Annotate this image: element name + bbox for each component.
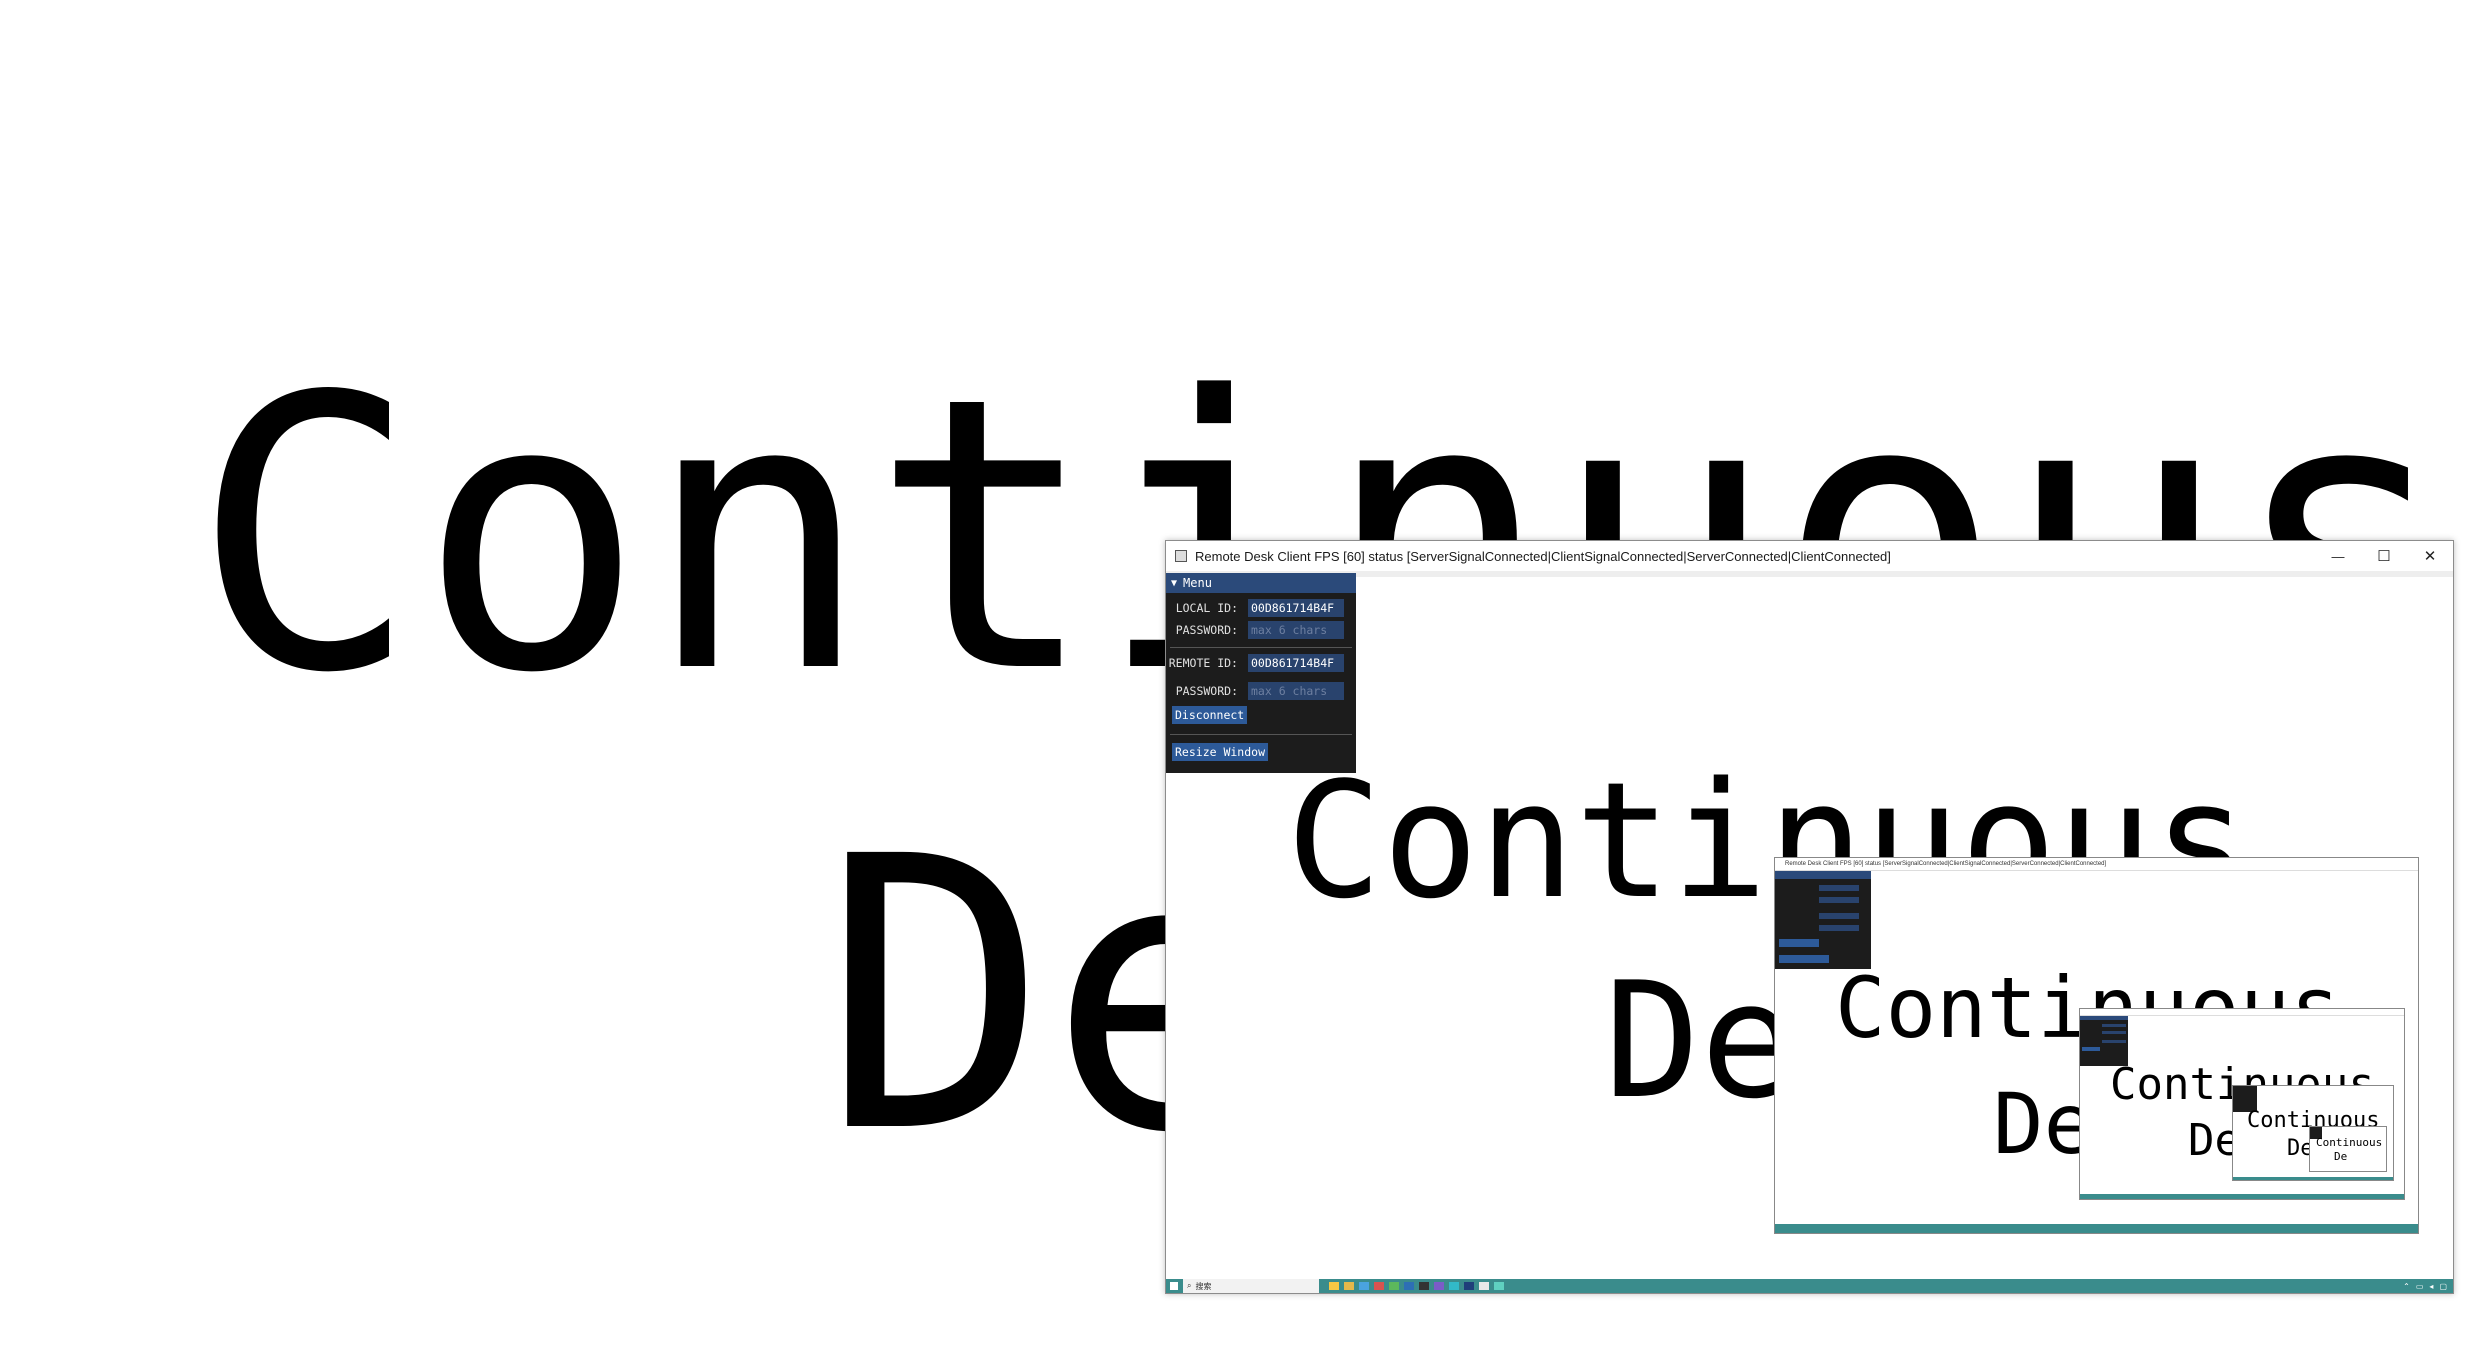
browser-icon[interactable] <box>1359 1282 1369 1290</box>
nested-taskbar-1 <box>1775 1224 2418 1233</box>
windows-logo-icon[interactable] <box>1170 1282 1178 1290</box>
app-icon <box>1175 550 1187 562</box>
maximize-button[interactable]: ☐ <box>2361 547 2407 565</box>
nested-window-3: Continuous De Continuous De <box>2232 1085 2394 1181</box>
nested-window-2: Continuous De Continuous De Continuous D… <box>2079 1008 2405 1200</box>
explorer-icon[interactable] <box>1344 1282 1354 1290</box>
nested4-text-line1: Continuous <box>2316 1136 2383 1149</box>
app-icon-teal[interactable] <box>1494 1282 1504 1290</box>
taskbar-search-placeholder: 搜索 <box>1195 1281 1212 1291</box>
chevron-up-icon[interactable]: ⌃ <box>2403 1282 2410 1291</box>
task-view-icon[interactable] <box>1329 1282 1339 1290</box>
system-tray: ⌃ ▭ ◂ ▢ <box>2403 1282 2447 1291</box>
remote-password-field[interactable]: max 6 chars <box>1248 682 1344 700</box>
menu-panel: ▼ Menu LOCAL ID: 00D861714B4F PASSWORD: … <box>1166 573 1356 773</box>
content-top-strip <box>1166 571 2453 577</box>
app-icon-navy[interactable] <box>1464 1282 1474 1290</box>
remote-password-label: PASSWORD: <box>1175 684 1238 698</box>
remote-id-label: REMOTE ID: <box>1168 656 1238 670</box>
remote-desk-window: Remote Desk Client FPS [60] status [Serv… <box>1165 540 2454 1294</box>
app-icon-white[interactable] <box>1479 1282 1489 1290</box>
menu-separator-2 <box>1170 734 1352 735</box>
menu-header[interactable]: ▼ Menu <box>1166 573 1356 593</box>
collapse-arrow-icon[interactable]: ▼ <box>1171 578 1177 589</box>
nested-window-1: Remote Desk Client FPS [60] status [Serv… <box>1774 857 2419 1234</box>
remote-taskbar: ⌕ 搜索 ⌃ ▭ ◂ ▢ <box>1166 1279 2453 1293</box>
menu-separator <box>1170 647 1352 648</box>
volume-icon[interactable]: ◂ <box>2429 1282 2433 1291</box>
nested-menu-1 <box>1775 871 1871 969</box>
remote-id-field[interactable]: 00D861714B4F <box>1248 654 1344 672</box>
resize-window-button[interactable]: Resize Window <box>1172 743 1269 761</box>
search-icon: ⌕ <box>1187 1281 1192 1290</box>
app-icon-blue[interactable] <box>1404 1282 1414 1290</box>
notification-icon[interactable]: ▢ <box>2439 1282 2447 1291</box>
minimize-button[interactable]: — <box>2315 549 2361 564</box>
local-id-field[interactable]: 00D861714B4F <box>1248 599 1344 617</box>
app-icon-green[interactable] <box>1389 1282 1399 1290</box>
nested4-text-line2: De <box>2334 1150 2348 1163</box>
remote-screen[interactable]: Continuous De Remote Desk Client FPS [60… <box>1166 571 2453 1293</box>
window-title: Remote Desk Client FPS [60] status [Serv… <box>1195 548 1891 564</box>
app-icon-dark[interactable] <box>1419 1282 1429 1290</box>
desktop-scene: Continuous De Remote Desk Client FPS [60… <box>0 0 2490 1372</box>
taskbar-search[interactable]: ⌕ 搜索 <box>1183 1279 1319 1293</box>
menu-header-label: Menu <box>1183 576 1212 590</box>
local-password-label: PASSWORD: <box>1175 623 1238 637</box>
disconnect-button[interactable]: Disconnect <box>1172 706 1248 724</box>
remote-text-line2: De <box>1604 947 1797 1134</box>
network-icon[interactable]: ▭ <box>2416 1282 2424 1291</box>
nested-titlebar-1: Remote Desk Client FPS [60] status [Serv… <box>1775 858 2418 871</box>
local-id-label: LOCAL ID: <box>1175 601 1238 615</box>
app-icon-purple[interactable] <box>1434 1282 1444 1290</box>
window-titlebar[interactable]: Remote Desk Client FPS [60] status [Serv… <box>1166 541 2453 571</box>
app-icon-red[interactable] <box>1374 1282 1384 1290</box>
app-icon-cyan[interactable] <box>1449 1282 1459 1290</box>
nested-window-4: Continuous De <box>2309 1126 2387 1172</box>
close-button[interactable]: ✕ <box>2407 547 2453 565</box>
local-password-field[interactable]: max 6 chars <box>1248 621 1344 639</box>
